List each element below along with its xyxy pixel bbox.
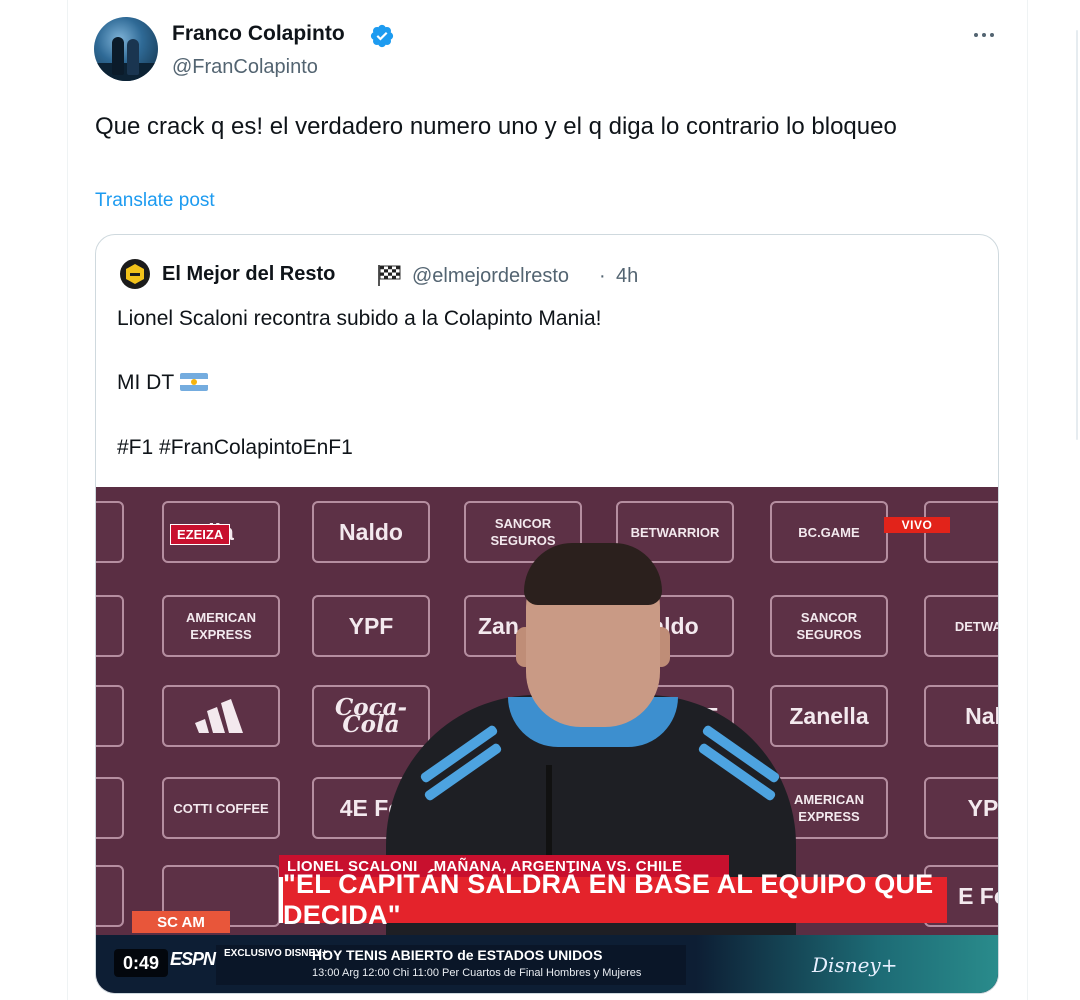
argentina-flag-icon: [180, 373, 209, 391]
quoted-author-name[interactable]: El Mejor del Resto: [162, 263, 335, 286]
more-options-button[interactable]: [966, 22, 1002, 48]
verified-badge-icon: [370, 24, 394, 48]
author-display-name[interactable]: Franco Colapinto: [172, 22, 345, 46]
sponsor-tile: SANCOR SEGUROS: [770, 595, 888, 657]
quoted-text-line-2: MI DT: [117, 371, 175, 394]
translate-post-link[interactable]: Translate post: [95, 190, 215, 212]
separator-dot: ·: [599, 265, 606, 287]
quoted-text-line: MI DT: [117, 371, 209, 395]
sponsor-tile: YPF: [312, 595, 430, 657]
avatar-figure: [112, 37, 124, 75]
quoted-hashtags[interactable]: #F1 #FranColapintoEnF1: [117, 436, 353, 460]
sponsor-tile: Naldo: [312, 501, 430, 563]
sponsor-tile: DETWAR: [924, 595, 998, 657]
adidas-logo-tile: [162, 685, 280, 747]
sponsor-tile: [96, 777, 124, 839]
ticker-details: 13:00 Arg 12:00 Chi 11:00 Per Cuartos de…: [312, 967, 642, 979]
sponsor-tile: COTTI COFFEE: [162, 777, 280, 839]
video-player[interactable]: lla Naldo SANCOR SEGUROS BETWARRIOR BC.G…: [96, 487, 998, 993]
author-handle[interactable]: @FranColapinto: [172, 56, 318, 79]
column-right-border: [1027, 0, 1028, 1000]
espn-logo: ESPN: [170, 949, 216, 969]
author-avatar[interactable]: [94, 17, 158, 81]
quoted-author-logo: [126, 264, 144, 284]
sponsor-tile: Coca-Cola: [312, 685, 430, 747]
video-timecode[interactable]: 0:49: [114, 949, 168, 977]
sponsor-tile: [96, 685, 124, 747]
live-badge: VIVO: [884, 517, 950, 533]
quoted-tweet[interactable]: El Mejor del Resto @elmejordelresto · 4h…: [95, 234, 999, 994]
speaker-hair: [524, 543, 662, 605]
avatar-figure: [127, 39, 139, 75]
quoted-timestamp[interactable]: 4h: [616, 265, 638, 288]
sponsor-tile: Zanella: [770, 685, 888, 747]
column-left-border: [67, 0, 68, 1000]
ticker-headline: HOY TENIS ABIERTO de ESTADOS UNIDOS: [312, 947, 603, 963]
sponsor-tile: YP: [924, 777, 998, 839]
disney-plus-logo: Disney+: [812, 953, 898, 977]
quoted-text-line: Lionel Scaloni recontra subido a la Cola…: [117, 307, 602, 330]
sponsor-tile: AMERICAN EXPRESS: [162, 595, 280, 657]
location-badge: EZEIZA: [170, 524, 231, 545]
more-icon: [974, 33, 978, 37]
sponsor-tile: BC.GAME: [770, 501, 888, 563]
more-icon: [990, 33, 994, 37]
avatar-background: [94, 63, 158, 81]
news-ticker: EXCLUSIVO DISNEY+ HOY TENIS ABIERTO de E…: [96, 935, 998, 993]
quoted-author-handle[interactable]: @elmejordelresto: [412, 265, 569, 288]
adidas-logo-icon: [195, 699, 243, 733]
more-icon: [982, 33, 986, 37]
checkered-flag-icon: [378, 265, 401, 286]
sponsor-tile: Nal: [924, 685, 998, 747]
lower-third-headline: "EL CAPITÁN SALDRÁ EN BASE AL EQUIPO QUE…: [279, 869, 947, 930]
tweet-text: Que crack q es! el verdadero numero uno …: [95, 113, 897, 140]
sponsor-tile: [96, 595, 124, 657]
sponsor-tile: [96, 501, 124, 563]
show-badge: SC AM: [132, 911, 230, 933]
scrollbar[interactable]: [1076, 30, 1078, 440]
sponsor-tile: [96, 865, 124, 927]
quoted-author-avatar[interactable]: [120, 259, 150, 289]
ticker-panel: EXCLUSIVO DISNEY+ HOY TENIS ABIERTO de E…: [216, 945, 686, 985]
